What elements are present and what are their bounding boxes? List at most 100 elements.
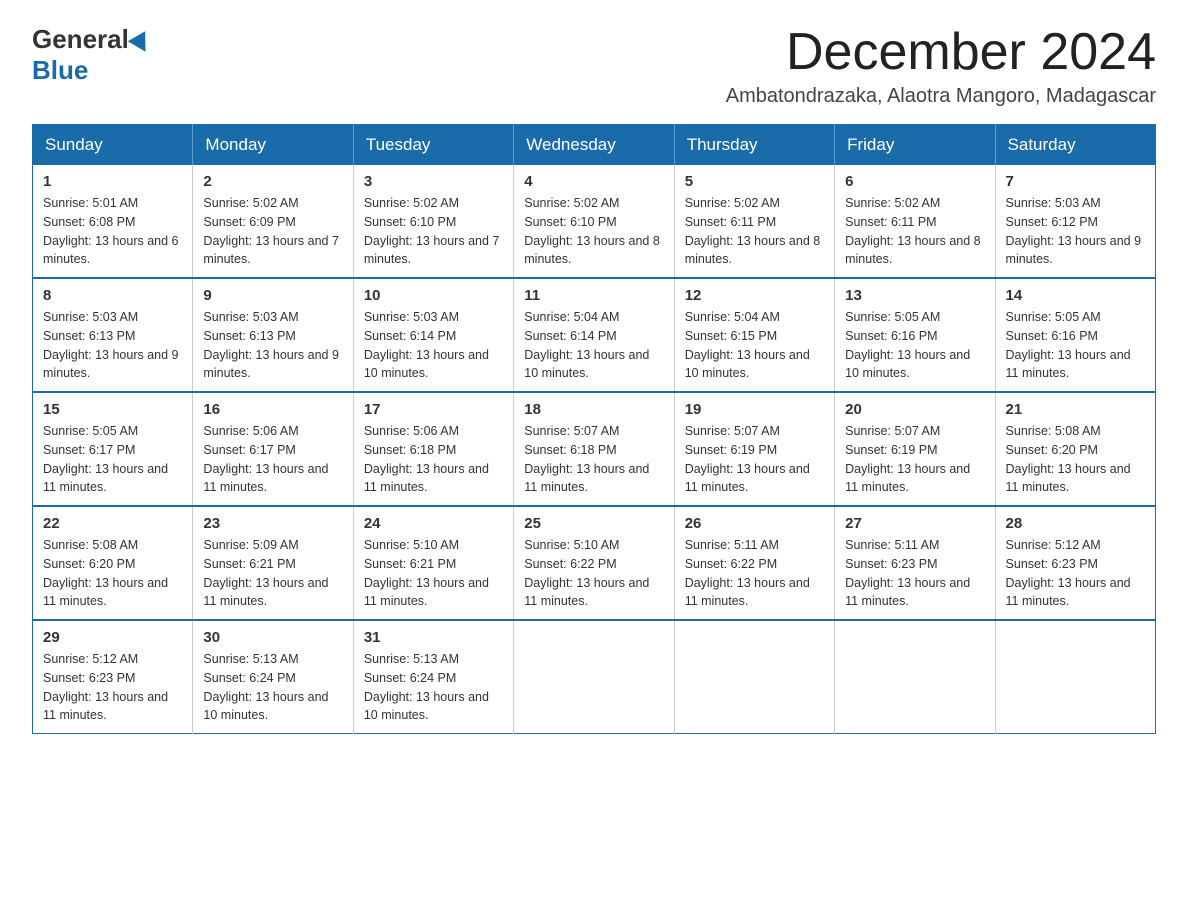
sunrise-label: Sunrise: 5:02 AM	[364, 196, 459, 210]
sunset-label: Sunset: 6:10 PM	[524, 215, 616, 229]
day-number: 27	[845, 515, 984, 532]
day-info: Sunrise: 5:05 AM Sunset: 6:16 PM Dayligh…	[845, 308, 984, 383]
day-info: Sunrise: 5:08 AM Sunset: 6:20 PM Dayligh…	[43, 536, 182, 611]
day-number: 4	[524, 173, 663, 190]
sunset-label: Sunset: 6:11 PM	[845, 215, 937, 229]
sunset-label: Sunset: 6:08 PM	[43, 215, 135, 229]
day-info: Sunrise: 5:02 AM Sunset: 6:11 PM Dayligh…	[845, 194, 984, 269]
sunset-label: Sunset: 6:23 PM	[43, 671, 135, 685]
daylight-label: Daylight: 13 hours and 8 minutes.	[845, 234, 981, 267]
sunset-label: Sunset: 6:22 PM	[685, 557, 777, 571]
sunrise-label: Sunrise: 5:10 AM	[524, 538, 619, 552]
sunrise-label: Sunrise: 5:02 AM	[524, 196, 619, 210]
sunrise-label: Sunrise: 5:08 AM	[43, 538, 138, 552]
calendar-cell: 10 Sunrise: 5:03 AM Sunset: 6:14 PM Dayl…	[353, 278, 513, 392]
day-info: Sunrise: 5:02 AM Sunset: 6:09 PM Dayligh…	[203, 194, 342, 269]
day-info: Sunrise: 5:11 AM Sunset: 6:22 PM Dayligh…	[685, 536, 824, 611]
calendar-cell: 18 Sunrise: 5:07 AM Sunset: 6:18 PM Dayl…	[514, 392, 674, 506]
logo-general-text: General	[32, 24, 129, 55]
day-info: Sunrise: 5:12 AM Sunset: 6:23 PM Dayligh…	[1006, 536, 1145, 611]
calendar-week-row: 8 Sunrise: 5:03 AM Sunset: 6:13 PM Dayli…	[33, 278, 1156, 392]
day-info: Sunrise: 5:12 AM Sunset: 6:23 PM Dayligh…	[43, 650, 182, 725]
daylight-label: Daylight: 13 hours and 6 minutes.	[43, 234, 179, 267]
calendar-cell: 21 Sunrise: 5:08 AM Sunset: 6:20 PM Dayl…	[995, 392, 1155, 506]
calendar-cell: 8 Sunrise: 5:03 AM Sunset: 6:13 PM Dayli…	[33, 278, 193, 392]
sunrise-label: Sunrise: 5:02 AM	[845, 196, 940, 210]
day-number: 31	[364, 629, 503, 646]
sunrise-label: Sunrise: 5:04 AM	[685, 310, 780, 324]
sunset-label: Sunset: 6:24 PM	[364, 671, 456, 685]
sunrise-label: Sunrise: 5:02 AM	[203, 196, 298, 210]
daylight-label: Daylight: 13 hours and 11 minutes.	[685, 576, 810, 609]
calendar-cell: 31 Sunrise: 5:13 AM Sunset: 6:24 PM Dayl…	[353, 620, 513, 734]
daylight-label: Daylight: 13 hours and 11 minutes.	[364, 462, 489, 495]
day-number: 22	[43, 515, 182, 532]
daylight-label: Daylight: 13 hours and 9 minutes.	[203, 348, 339, 381]
sunrise-label: Sunrise: 5:07 AM	[685, 424, 780, 438]
daylight-label: Daylight: 13 hours and 11 minutes.	[43, 462, 168, 495]
day-number: 8	[43, 287, 182, 304]
day-number: 28	[1006, 515, 1145, 532]
day-number: 26	[685, 515, 824, 532]
sunrise-label: Sunrise: 5:13 AM	[364, 652, 459, 666]
day-number: 21	[1006, 401, 1145, 418]
daylight-label: Daylight: 13 hours and 11 minutes.	[685, 462, 810, 495]
day-info: Sunrise: 5:13 AM Sunset: 6:24 PM Dayligh…	[203, 650, 342, 725]
calendar-cell: 28 Sunrise: 5:12 AM Sunset: 6:23 PM Dayl…	[995, 506, 1155, 620]
sunset-label: Sunset: 6:21 PM	[203, 557, 295, 571]
sunset-label: Sunset: 6:16 PM	[845, 329, 937, 343]
day-number: 1	[43, 173, 182, 190]
day-info: Sunrise: 5:03 AM Sunset: 6:13 PM Dayligh…	[203, 308, 342, 383]
calendar-cell: 11 Sunrise: 5:04 AM Sunset: 6:14 PM Dayl…	[514, 278, 674, 392]
sunrise-label: Sunrise: 5:07 AM	[845, 424, 940, 438]
day-number: 23	[203, 515, 342, 532]
day-info: Sunrise: 5:10 AM Sunset: 6:21 PM Dayligh…	[364, 536, 503, 611]
calendar-cell: 22 Sunrise: 5:08 AM Sunset: 6:20 PM Dayl…	[33, 506, 193, 620]
sunrise-label: Sunrise: 5:05 AM	[845, 310, 940, 324]
sunrise-label: Sunrise: 5:12 AM	[1006, 538, 1101, 552]
day-number: 14	[1006, 287, 1145, 304]
sunrise-label: Sunrise: 5:11 AM	[685, 538, 779, 552]
logo-blue-text: Blue	[32, 55, 88, 85]
day-number: 6	[845, 173, 984, 190]
day-info: Sunrise: 5:03 AM Sunset: 6:12 PM Dayligh…	[1006, 194, 1145, 269]
calendar-cell: 13 Sunrise: 5:05 AM Sunset: 6:16 PM Dayl…	[835, 278, 995, 392]
header-saturday: Saturday	[995, 125, 1155, 166]
calendar-cell: 15 Sunrise: 5:05 AM Sunset: 6:17 PM Dayl…	[33, 392, 193, 506]
sunset-label: Sunset: 6:17 PM	[43, 443, 135, 457]
sunset-label: Sunset: 6:15 PM	[685, 329, 777, 343]
sunrise-label: Sunrise: 5:10 AM	[364, 538, 459, 552]
calendar-cell: 3 Sunrise: 5:02 AM Sunset: 6:10 PM Dayli…	[353, 165, 513, 278]
month-title: December 2024	[726, 24, 1156, 81]
sunset-label: Sunset: 6:17 PM	[203, 443, 295, 457]
calendar-cell	[514, 620, 674, 734]
sunrise-label: Sunrise: 5:06 AM	[203, 424, 298, 438]
calendar-cell: 29 Sunrise: 5:12 AM Sunset: 6:23 PM Dayl…	[33, 620, 193, 734]
calendar-cell: 5 Sunrise: 5:02 AM Sunset: 6:11 PM Dayli…	[674, 165, 834, 278]
day-info: Sunrise: 5:04 AM Sunset: 6:15 PM Dayligh…	[685, 308, 824, 383]
daylight-label: Daylight: 13 hours and 7 minutes.	[364, 234, 500, 267]
day-info: Sunrise: 5:03 AM Sunset: 6:13 PM Dayligh…	[43, 308, 182, 383]
calendar-cell: 9 Sunrise: 5:03 AM Sunset: 6:13 PM Dayli…	[193, 278, 353, 392]
day-info: Sunrise: 5:06 AM Sunset: 6:17 PM Dayligh…	[203, 422, 342, 497]
day-info: Sunrise: 5:09 AM Sunset: 6:21 PM Dayligh…	[203, 536, 342, 611]
sunset-label: Sunset: 6:19 PM	[845, 443, 937, 457]
calendar-cell: 20 Sunrise: 5:07 AM Sunset: 6:19 PM Dayl…	[835, 392, 995, 506]
daylight-label: Daylight: 13 hours and 8 minutes.	[685, 234, 821, 267]
sunset-label: Sunset: 6:23 PM	[1006, 557, 1098, 571]
sunset-label: Sunset: 6:22 PM	[524, 557, 616, 571]
day-number: 17	[364, 401, 503, 418]
calendar-cell: 25 Sunrise: 5:10 AM Sunset: 6:22 PM Dayl…	[514, 506, 674, 620]
sunrise-label: Sunrise: 5:13 AM	[203, 652, 298, 666]
sunset-label: Sunset: 6:20 PM	[1006, 443, 1098, 457]
day-info: Sunrise: 5:04 AM Sunset: 6:14 PM Dayligh…	[524, 308, 663, 383]
title-block: December 2024 Ambatondrazaka, Alaotra Ma…	[726, 24, 1156, 108]
sunset-label: Sunset: 6:21 PM	[364, 557, 456, 571]
sunrise-label: Sunrise: 5:11 AM	[845, 538, 939, 552]
calendar-cell: 6 Sunrise: 5:02 AM Sunset: 6:11 PM Dayli…	[835, 165, 995, 278]
sunset-label: Sunset: 6:18 PM	[364, 443, 456, 457]
day-number: 12	[685, 287, 824, 304]
sunset-label: Sunset: 6:13 PM	[43, 329, 135, 343]
day-info: Sunrise: 5:07 AM Sunset: 6:18 PM Dayligh…	[524, 422, 663, 497]
day-number: 24	[364, 515, 503, 532]
